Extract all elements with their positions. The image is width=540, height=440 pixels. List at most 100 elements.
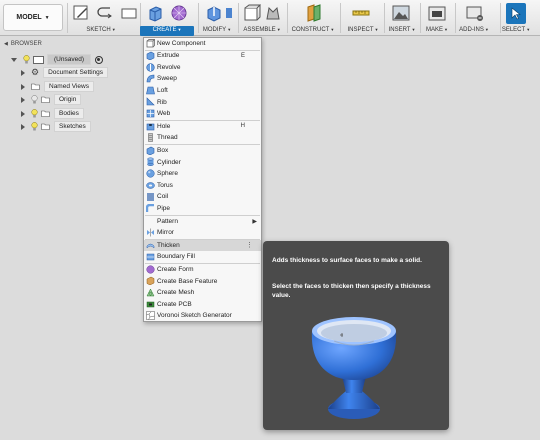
menu-item-loft[interactable]: Loft bbox=[144, 85, 261, 97]
extrude-tool-icon[interactable] bbox=[146, 4, 164, 22]
menu-item-voronoi[interactable]: Voronoi Sketch Generator bbox=[144, 310, 261, 322]
select-menu[interactable]: SELECT▼ bbox=[502, 27, 530, 33]
thicken-tooltip: Adds thickness to surface faces to make … bbox=[263, 241, 449, 430]
hole-icon bbox=[146, 123, 155, 130]
workspace-switcher[interactable]: MODEL ▼ bbox=[3, 4, 63, 31]
menu-item-thread[interactable]: Thread bbox=[144, 132, 261, 144]
menu-item-create-base-feature[interactable]: Create Base Feature bbox=[144, 275, 261, 287]
modify-menu[interactable]: MODIFY▼ bbox=[203, 27, 231, 33]
add-ins-menu[interactable]: ADD-INS▼ bbox=[459, 27, 489, 33]
create-menu-tab[interactable]: CREATE▼ bbox=[140, 26, 194, 36]
sphere-icon bbox=[146, 169, 155, 178]
print-3d-icon[interactable] bbox=[428, 4, 446, 22]
measure-icon[interactable] bbox=[352, 4, 370, 22]
web-icon bbox=[146, 109, 155, 118]
new-component-icon bbox=[146, 39, 155, 48]
cursor-icon bbox=[511, 7, 521, 20]
expand-arrow-icon[interactable] bbox=[21, 123, 25, 130]
offset-plane-icon[interactable] bbox=[305, 4, 323, 22]
tooltip-instruction: Select the faces to thicken then specify… bbox=[272, 283, 431, 299]
collapse-icon[interactable]: ◀ bbox=[4, 41, 8, 47]
line-icon[interactable] bbox=[96, 4, 114, 22]
create-sketch-icon[interactable] bbox=[72, 4, 90, 22]
menu-item-sphere[interactable]: Sphere bbox=[144, 168, 261, 180]
menu-item-box[interactable]: Box bbox=[144, 145, 261, 157]
menu-item-cylinder[interactable]: Cylinder bbox=[144, 156, 261, 168]
menu-item-label: Create PCB bbox=[157, 300, 192, 308]
menu-item-label: Thicken bbox=[157, 241, 180, 249]
press-pull-icon[interactable] bbox=[205, 4, 223, 22]
menu-item-new-component[interactable]: New Component bbox=[144, 38, 261, 50]
visibility-bulb-icon[interactable] bbox=[23, 55, 30, 64]
menu-item-thicken[interactable]: Thicken ⋮ bbox=[144, 239, 261, 252]
menu-item-pipe[interactable]: Pipe bbox=[144, 203, 261, 215]
pipe-icon bbox=[146, 203, 154, 212]
menu-item-label: Sphere bbox=[157, 170, 178, 178]
select-button[interactable] bbox=[506, 3, 526, 24]
menu-item-label: Pattern bbox=[157, 217, 178, 225]
menu-item-create-form[interactable]: Create Form bbox=[144, 264, 261, 276]
tree-item-bodies[interactable]: Bodies bbox=[21, 108, 84, 119]
active-radio-icon[interactable] bbox=[94, 55, 103, 64]
menu-item-extrude[interactable]: Extrude E bbox=[144, 50, 261, 62]
tree-label: Document Settings bbox=[43, 67, 108, 78]
menu-item-label: Pipe bbox=[157, 205, 171, 213]
browser-header[interactable]: ◀ BROWSER bbox=[0, 38, 140, 49]
menu-item-create-mesh[interactable]: Create Mesh bbox=[144, 287, 261, 299]
browser-title: BROWSER bbox=[10, 40, 42, 47]
menu-item-label: Voronoi Sketch Generator bbox=[157, 312, 232, 320]
menu-item-label: Hole bbox=[157, 122, 171, 130]
modify-more-icon[interactable] bbox=[224, 4, 234, 22]
tree-item-sketches[interactable]: Sketches bbox=[21, 121, 91, 132]
inspect-menu[interactable]: INSPECT▼ bbox=[348, 27, 379, 33]
menu-item-torus[interactable]: Torus bbox=[144, 180, 261, 192]
expand-arrow-icon[interactable] bbox=[21, 83, 25, 90]
make-menu[interactable]: MAKE▼ bbox=[426, 27, 448, 33]
joint-icon[interactable] bbox=[264, 4, 282, 22]
tree-item-document-settings[interactable]: ⚙ Document Settings bbox=[21, 67, 108, 78]
rectangle-icon[interactable] bbox=[120, 4, 138, 22]
more-options-icon[interactable]: ⋮ bbox=[246, 241, 253, 249]
folder-icon bbox=[41, 96, 50, 103]
scripts-addins-icon[interactable] bbox=[466, 4, 484, 22]
tree-item-named-views[interactable]: Named Views bbox=[21, 81, 94, 92]
expand-arrow-icon[interactable] bbox=[11, 57, 17, 62]
visibility-bulb-icon[interactable] bbox=[31, 109, 38, 118]
expand-arrow-icon[interactable] bbox=[21, 110, 25, 117]
construct-label: CONSTRUCT bbox=[291, 27, 330, 33]
sketch-menu[interactable]: SKETCH▼ bbox=[86, 27, 115, 33]
expand-arrow-icon[interactable] bbox=[21, 69, 25, 76]
create-label: CREATE▼ bbox=[152, 27, 182, 33]
assemble-menu[interactable]: ASSEMBLE▼ bbox=[243, 27, 280, 33]
visibility-bulb-icon[interactable] bbox=[31, 122, 38, 131]
tree-item-origin[interactable]: Origin bbox=[21, 94, 82, 105]
menu-item-web[interactable]: Web bbox=[144, 108, 261, 120]
insert-image-icon[interactable] bbox=[392, 4, 410, 22]
box-icon bbox=[146, 146, 155, 155]
expand-arrow-icon[interactable] bbox=[21, 96, 25, 103]
menu-item-revolve[interactable]: Revolve bbox=[144, 62, 261, 74]
sweep-icon bbox=[146, 74, 155, 83]
new-component-tool-icon[interactable] bbox=[243, 4, 261, 22]
loft-icon bbox=[146, 86, 155, 95]
toolbar: MODEL ▼ SKETCH▼ CREATE▼ MODIFY▼ ASSEMBLE▼ bbox=[0, 0, 540, 36]
menu-item-label: Web bbox=[157, 110, 171, 118]
menu-item-pattern[interactable]: Pattern ▶ bbox=[144, 215, 261, 227]
voronoi-icon bbox=[146, 311, 155, 320]
visibility-bulb-icon[interactable] bbox=[31, 95, 38, 104]
menu-item-hole[interactable]: Hole H bbox=[144, 121, 261, 133]
menu-item-create-pcb[interactable]: Create PCB bbox=[144, 299, 261, 311]
menu-item-coil[interactable]: Coil bbox=[144, 191, 261, 203]
tree-root[interactable]: (Unsaved) bbox=[11, 54, 103, 65]
toolbar-divider bbox=[455, 3, 456, 33]
construct-menu[interactable]: CONSTRUCT▼ bbox=[292, 27, 335, 33]
thickened-vase-illustration bbox=[311, 317, 397, 419]
menu-item-label: New Component bbox=[157, 40, 206, 48]
insert-menu[interactable]: INSERT▼ bbox=[389, 27, 416, 33]
create-form-icon bbox=[146, 265, 155, 274]
menu-item-rib[interactable]: Rib bbox=[144, 96, 261, 108]
menu-item-sweep[interactable]: Sweep bbox=[144, 73, 261, 85]
menu-item-mirror[interactable]: Mirror bbox=[144, 227, 261, 239]
menu-item-boundary-fill[interactable]: Boundary Fill bbox=[144, 251, 261, 263]
form-tool-icon[interactable] bbox=[170, 4, 188, 22]
